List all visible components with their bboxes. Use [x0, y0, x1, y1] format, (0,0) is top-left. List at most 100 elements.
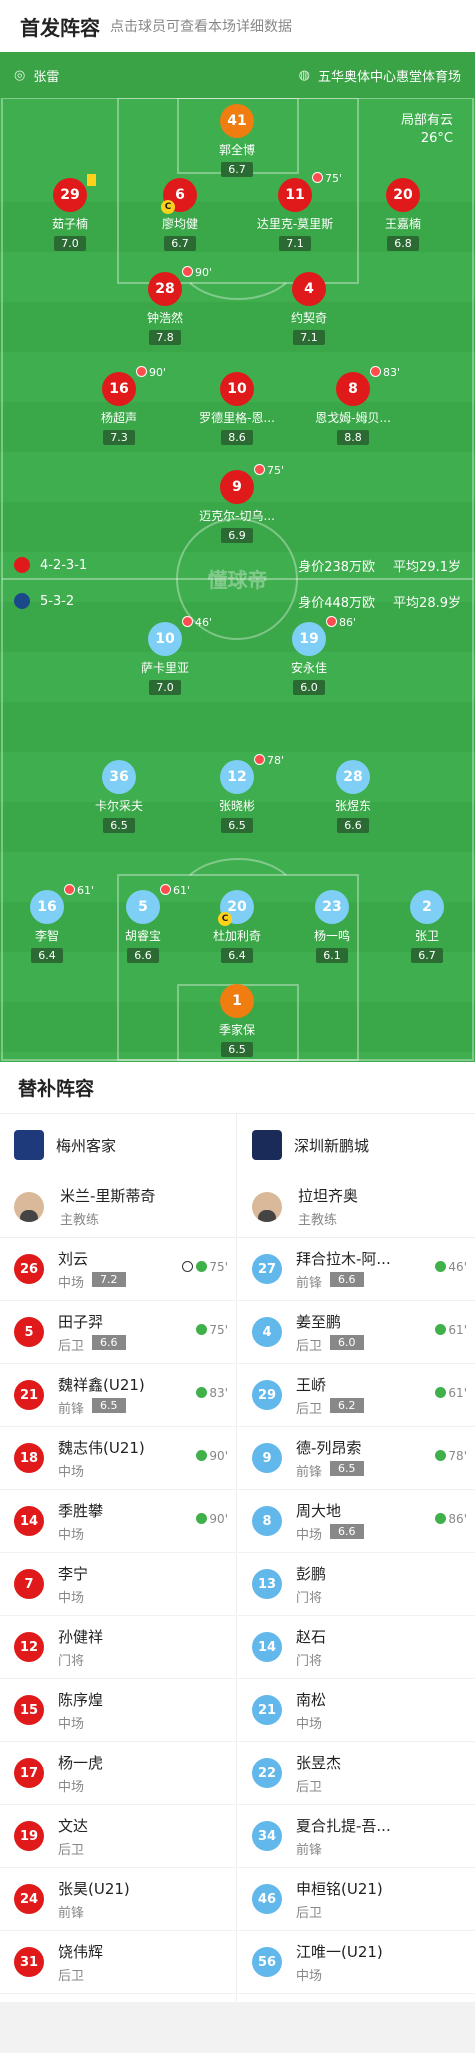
coach-avatar: [14, 1191, 44, 1222]
away-player[interactable]: 2 张卫 6.7: [372, 890, 475, 963]
away-formation: 5-3-2: [40, 593, 75, 609]
player-name: 江唯一(U21): [296, 1942, 383, 1961]
sub-player-row[interactable]: 15 陈序煌 中场: [0, 1679, 236, 1742]
sub-in-icon: [196, 1387, 208, 1398]
away-player[interactable]: 1 季家保 6.5: [182, 984, 292, 1057]
temperature: 26°C: [420, 131, 453, 146]
goal-icon: [182, 1261, 194, 1272]
player-name: 杨一虎: [58, 1753, 104, 1772]
sub-player-row[interactable]: 24 张昊(U21) 前锋: [0, 1868, 236, 1931]
jersey-number: 31: [14, 1947, 44, 1977]
player-name: 饶伟辉: [58, 1942, 104, 1961]
player-position: 中场: [296, 1527, 323, 1543]
sub-player-row[interactable]: 46 申桓铭(U21) 后卫: [238, 1868, 475, 1931]
jersey-number: 46: [252, 1884, 282, 1914]
sub-player-row[interactable]: 9 德-列昂索 前锋 6.5 78': [238, 1427, 475, 1490]
sub-out-icon: 75': [254, 464, 284, 477]
player-position: 中场: [58, 1716, 85, 1732]
sub-player-row[interactable]: 12 孙健祥 门将: [0, 1616, 236, 1679]
home-player[interactable]: 6C 廖均健 6.7: [125, 178, 235, 251]
sub-in-icon: [435, 1450, 447, 1461]
sub-player-row[interactable]: 13 彭鹏 门将: [238, 1553, 475, 1616]
sub-in-event: 46': [435, 1260, 467, 1274]
home-team-logo: [14, 1130, 44, 1160]
sub-in-event: 83': [196, 1386, 228, 1400]
sub-out-icon: 90': [136, 366, 166, 379]
away-team-row[interactable]: 深圳新鹏城: [238, 1114, 475, 1176]
sub-player-row[interactable]: 26 刘云 中场 7.2 75': [0, 1238, 236, 1301]
sub-in-event: 90': [196, 1512, 228, 1526]
player-name: 南松: [296, 1690, 327, 1709]
away-player[interactable]: 61' 16 李智 6.4: [0, 884, 102, 963]
sub-player-row[interactable]: 21 魏祥鑫(U21) 前锋 6.5 83': [0, 1364, 236, 1427]
home-player[interactable]: 41 郭全博 6.7: [182, 104, 292, 177]
away-age: 平均28.9岁: [393, 595, 461, 611]
away-player[interactable]: 23 杨一鸣 6.1: [277, 890, 387, 963]
away-player[interactable]: 28 张煜东 6.6: [298, 760, 408, 833]
player-position: 中场: [58, 1527, 85, 1543]
sub-player-row[interactable]: 22 张昱杰 后卫: [238, 1742, 475, 1805]
sub-player-row[interactable]: 27 拜合拉木-阿... 前锋 6.6 46': [238, 1238, 475, 1301]
sub-player-row[interactable]: 34 夏合扎提-吾... 前锋: [238, 1805, 475, 1868]
player-rating: 6.2: [330, 1398, 364, 1413]
away-player[interactable]: 46' 10 萨卡里亚 7.0: [110, 616, 220, 695]
home-player[interactable]: 75' 11 达里克-莫里斯 7.1: [240, 172, 350, 251]
sub-player-row[interactable]: 29 王峤 后卫 6.2 61': [238, 1364, 475, 1427]
page-hint: 点击球员可查看本场详细数据: [110, 19, 292, 35]
away-player[interactable]: 20 C 杜加利奇 6.4: [182, 890, 292, 963]
sub-player-row[interactable]: 31 饶伟辉后卫: [0, 1931, 236, 1994]
home-player[interactable]: 75' 9 迈克尔-切乌... 6.9: [182, 464, 292, 543]
player-position: 后卫: [296, 1401, 323, 1417]
sub-player-row[interactable]: 14 季胜攀 中场 90': [0, 1490, 236, 1553]
sub-out-icon: 46': [182, 616, 212, 629]
sub-player-row[interactable]: 56 江唯一(U21) 中场: [238, 1931, 475, 1994]
player-position: 中场: [58, 1464, 85, 1480]
jersey-number: 14: [252, 1632, 282, 1662]
top-header: 首发阵容 点击球员可查看本场详细数据: [0, 0, 475, 52]
player-rating: 6.6: [330, 1524, 364, 1539]
player-position: 后卫: [58, 1968, 85, 1984]
home-player[interactable]: 20 王嘉楠 6.8: [348, 178, 458, 251]
home-player[interactable]: 29 茹子楠 7.0: [15, 174, 125, 251]
player-position: 后卫: [296, 1779, 323, 1795]
jersey-number: 24: [14, 1884, 44, 1914]
jersey-number: 27: [252, 1254, 282, 1284]
sub-player-row[interactable]: 21 南松 中场: [238, 1679, 475, 1742]
player-name: 孙健祥: [58, 1627, 104, 1646]
sub-in-icon: [435, 1513, 447, 1524]
sub-in-event: 86': [435, 1512, 467, 1526]
home-player[interactable]: 90' 28 钟浩然 7.8: [110, 266, 220, 345]
away-player[interactable]: 78' 12 张晓彬 6.5: [182, 754, 292, 833]
jersey-number: 4: [252, 1317, 282, 1347]
home-player[interactable]: 83' 8 恩戈姆-姆贝... 8.8: [298, 366, 408, 445]
sub-player-row[interactable]: 4 姜至鹏 后卫 6.0 61': [238, 1301, 475, 1364]
home-player[interactable]: 4 约契奇 7.1: [254, 272, 364, 345]
sub-player-row[interactable]: 19 文达 后卫: [0, 1805, 236, 1868]
referee-name: 张雷: [33, 69, 60, 85]
away-player[interactable]: 36 卡尔采夫 6.5: [64, 760, 174, 833]
player-name: 张昊(U21): [58, 1879, 130, 1898]
sub-player-row[interactable]: 5 田子羿 后卫 6.6 75': [0, 1301, 236, 1364]
captain-icon: C: [161, 200, 175, 214]
sub-in-icon: [196, 1450, 208, 1461]
jersey-number: 19: [14, 1821, 44, 1851]
away-formation-row: 5-3-2 身价448万欧 平均28.9岁: [0, 586, 475, 616]
home-coach-row[interactable]: 米兰-里斯蒂奇 主教练: [0, 1176, 236, 1238]
away-player[interactable]: 86' 19 安永佳 6.0: [254, 616, 364, 695]
jersey-number: 56: [252, 1947, 282, 1977]
sub-player-row[interactable]: 14 赵石 门将: [238, 1616, 475, 1679]
sub-player-row[interactable]: 8 周大地 中场 6.6 86': [238, 1490, 475, 1553]
stadium-name: 五华奥体中心惠堂体育场: [317, 69, 461, 85]
away-coach-row[interactable]: 拉坦齐奥 主教练: [238, 1176, 475, 1238]
sub-player-row[interactable]: 18 魏志伟(U21) 中场 90': [0, 1427, 236, 1490]
home-player[interactable]: 10 罗德里格-恩... 8.6: [182, 372, 292, 445]
jersey-number: 26: [14, 1254, 44, 1284]
sub-in-icon: [196, 1324, 208, 1335]
player-position: 前锋: [296, 1464, 323, 1480]
jersey-number: 34: [252, 1821, 282, 1851]
stadium-icon: ◍: [298, 67, 310, 83]
home-player[interactable]: 90' 16 杨超声 7.3: [64, 366, 174, 445]
sub-player-row[interactable]: 17 杨一虎 中场: [0, 1742, 236, 1805]
sub-player-row[interactable]: 7 李宁 中场: [0, 1553, 236, 1616]
home-team-row[interactable]: 梅州客家: [0, 1114, 236, 1176]
